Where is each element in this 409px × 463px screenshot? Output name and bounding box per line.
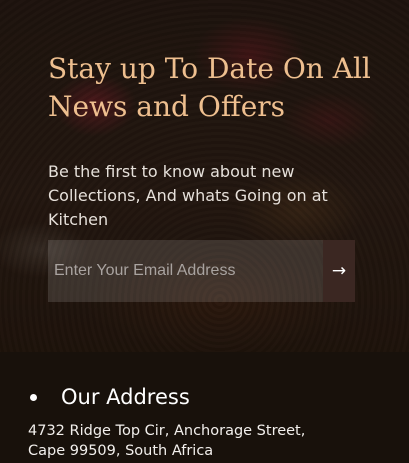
email-input[interactable] <box>48 240 323 302</box>
address-heading: Our Address <box>28 385 190 409</box>
subscribe-arrow-button[interactable]: → <box>323 240 355 302</box>
bullet-icon <box>30 393 37 401</box>
address-text: 4732 Ridge Top Cir, Anchorage Street, Ca… <box>28 423 306 459</box>
address-title: Our Address <box>61 385 190 409</box>
footer: Our Address 4732 Ridge Top Cir, Anchorag… <box>0 352 409 463</box>
newsletter-subtext: Be the first to know about new Collectio… <box>48 162 328 229</box>
newsletter-headline: Stay up To Date On All News and Offers <box>48 52 371 123</box>
newsletter-section: Stay up To Date On All News and Offers B… <box>0 0 409 352</box>
newsletter-form: → <box>48 240 355 302</box>
